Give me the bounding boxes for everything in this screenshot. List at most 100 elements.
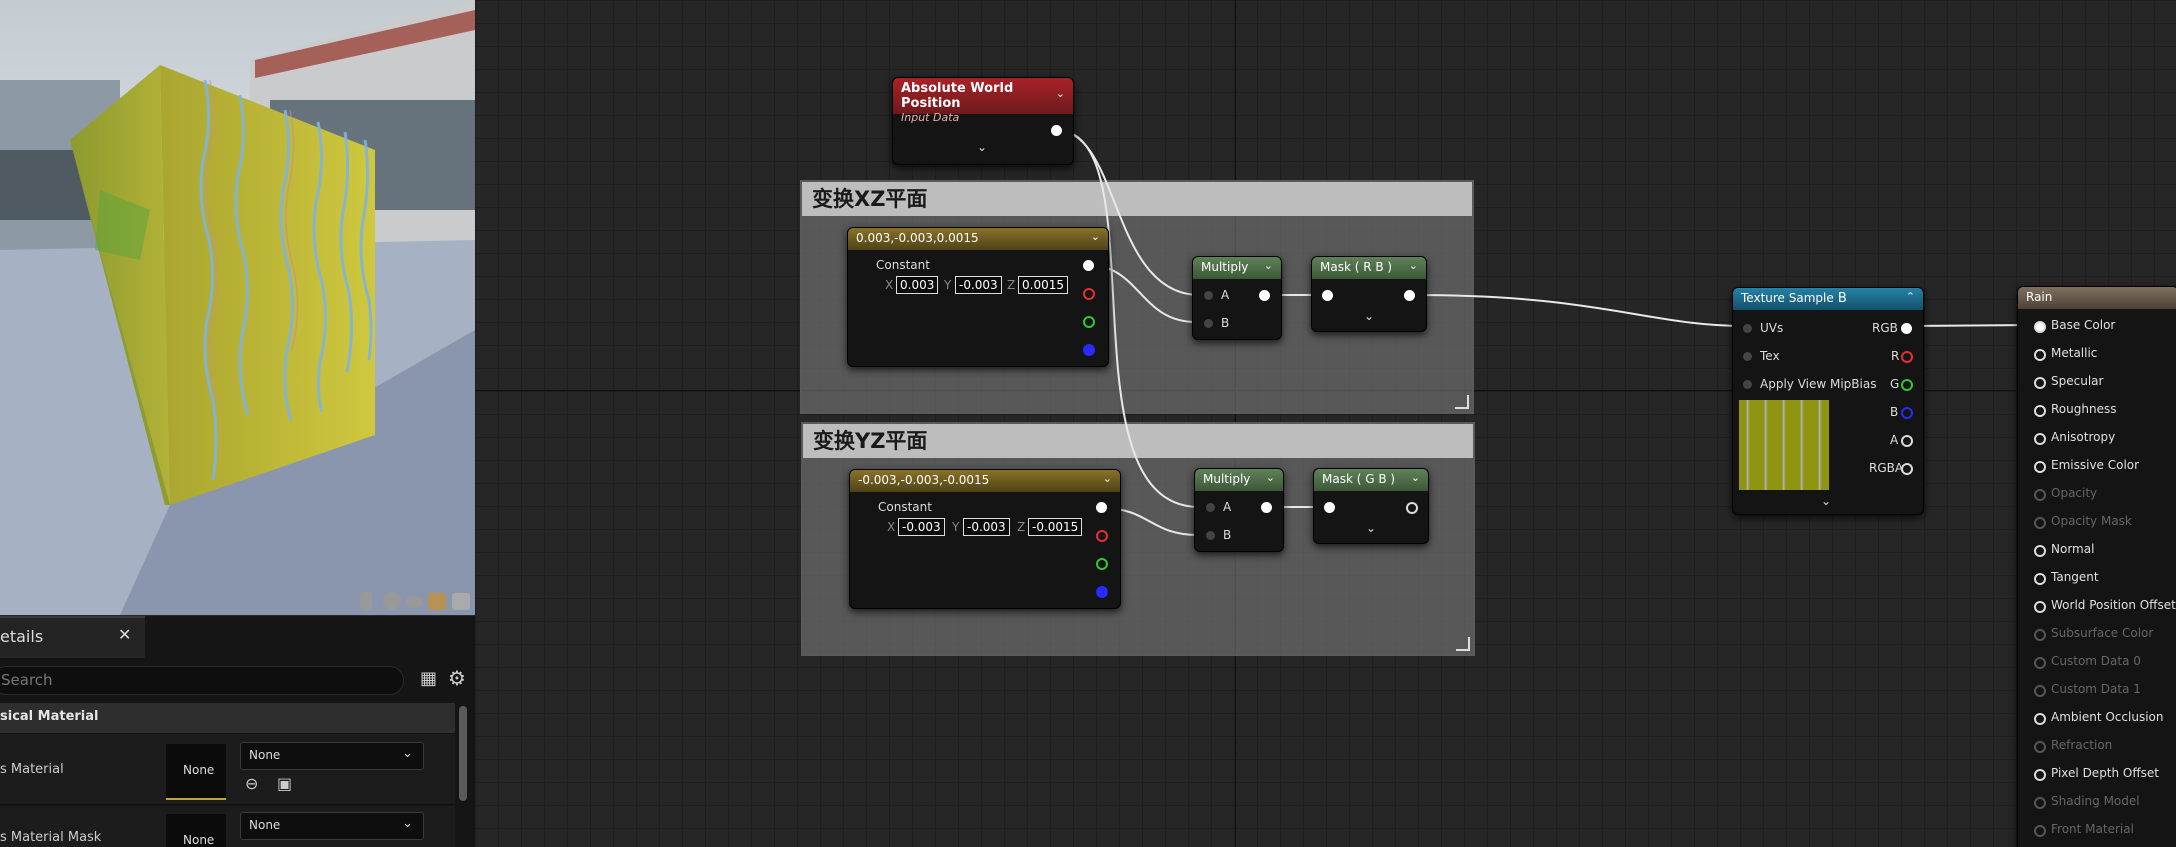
expand-chevron-icon[interactable]: ⌄ xyxy=(1366,521,1376,535)
node-title: Absolute World Position xyxy=(901,81,1014,111)
asset-thumbnail[interactable]: None xyxy=(166,814,226,847)
chevron-down-icon[interactable]: ⌄ xyxy=(1091,230,1100,243)
input-pin[interactable] xyxy=(2034,573,2046,585)
output-pin-rgb[interactable] xyxy=(1901,323,1912,334)
search-input[interactable]: Search xyxy=(0,666,404,695)
output-pin[interactable] xyxy=(1261,502,1272,513)
output-pin[interactable] xyxy=(1259,290,1270,301)
preview-viewport[interactable] xyxy=(0,0,475,615)
pin-label-tex: Tex xyxy=(1760,349,1780,363)
output-pin[interactable] xyxy=(1406,502,1418,514)
asset-thumbnail-label: None xyxy=(183,763,215,777)
node-material-result[interactable]: Rain Base Color Metallic Specular Roughness… xyxy=(2017,286,2176,847)
input-pin[interactable] xyxy=(2034,629,2046,641)
expand-chevron-icon[interactable]: ⌄ xyxy=(1364,309,1374,323)
expand-chevron-icon[interactable]: ⌄ xyxy=(977,140,987,154)
input-pin-a[interactable] xyxy=(1206,503,1215,512)
chevron-down-icon[interactable]: ⌄ xyxy=(1103,472,1112,485)
node-title: Mask ( R B ) xyxy=(1320,260,1393,274)
input-pin[interactable] xyxy=(2034,517,2046,529)
input-pin-uvs[interactable] xyxy=(1743,324,1752,333)
x-value-field[interactable]: 0.003 xyxy=(896,276,939,294)
chevron-down-icon[interactable]: ⌄ xyxy=(1409,259,1418,272)
input-pin-mipbias[interactable] xyxy=(1743,380,1752,389)
node-texture-sample[interactable]: Texture Sample ⌃ B UVs Tex Apply View Mi… xyxy=(1732,287,1924,515)
output-pin-r[interactable] xyxy=(1901,351,1913,363)
node-component-mask[interactable]: Mask ( G B ) ⌄ ⌄ xyxy=(1313,468,1429,544)
chevron-down-icon[interactable]: ⌄ xyxy=(1056,87,1065,100)
z-value-field[interactable]: -0.0015 xyxy=(1028,518,1083,536)
use-selected-icon[interactable]: ⊖ xyxy=(245,774,258,793)
details-panel: etails ✕ Search ▦ ⚙ sical Material s Mat… xyxy=(0,615,475,847)
chevron-up-icon[interactable]: ⌃ xyxy=(1906,290,1915,303)
input-pin[interactable] xyxy=(2034,377,2046,389)
node-component-mask[interactable]: Mask ( R B ) ⌄ ⌄ xyxy=(1311,256,1427,332)
chevron-down-icon[interactable]: ⌄ xyxy=(1411,471,1420,484)
resize-handle[interactable] xyxy=(1456,637,1470,651)
input-pin[interactable] xyxy=(2034,405,2046,417)
preview-scene xyxy=(0,0,475,615)
input-pin[interactable] xyxy=(2034,797,2046,809)
output-pin[interactable] xyxy=(1051,125,1062,136)
node-multiply[interactable]: Multiply ⌄ A B xyxy=(1194,468,1284,552)
output-pin-b[interactable] xyxy=(1083,344,1095,356)
chevron-down-icon[interactable]: ⌄ xyxy=(1264,259,1273,272)
output-pin-b[interactable] xyxy=(1096,586,1108,598)
asset-dropdown[interactable]: None ⌄ xyxy=(240,742,424,770)
input-pin[interactable] xyxy=(1322,290,1333,301)
input-pin-b[interactable] xyxy=(1206,531,1215,540)
node-constant-3vector[interactable]: 0.003,-0.003,0.0015 ⌄ Constant X 0.003 Y… xyxy=(847,227,1109,367)
input-pin-a[interactable] xyxy=(1204,291,1213,300)
close-icon[interactable]: ✕ xyxy=(118,625,131,644)
asset-thumbnail[interactable]: None xyxy=(166,744,226,800)
node-header: Absolute World Position Input Data ⌄ xyxy=(893,78,1073,124)
z-value-field[interactable]: 0.0015 xyxy=(1018,276,1068,294)
scrollbar[interactable] xyxy=(459,706,467,801)
asset-dropdown[interactable]: None ⌄ xyxy=(240,812,424,840)
node-multiply[interactable]: Multiply ⌄ A B xyxy=(1192,256,1282,340)
chevron-down-icon[interactable]: ⌄ xyxy=(1266,471,1275,484)
browse-icon[interactable]: ▣ xyxy=(277,774,292,793)
input-pin[interactable] xyxy=(2034,825,2046,837)
input-pin[interactable] xyxy=(2034,461,2046,473)
table-view-icon[interactable]: ▦ xyxy=(420,668,437,689)
resize-handle[interactable] xyxy=(1455,395,1469,409)
y-value-field[interactable]: -0.003 xyxy=(955,276,1002,294)
input-pin[interactable] xyxy=(2034,489,2046,501)
x-value-field[interactable]: -0.003 xyxy=(898,518,945,536)
expand-chevron-icon[interactable]: ⌄ xyxy=(1821,494,1831,508)
input-pin[interactable] xyxy=(2034,685,2046,697)
input-pin[interactable] xyxy=(2034,433,2046,445)
output-pin-r[interactable] xyxy=(1096,530,1108,542)
output-pin-g[interactable] xyxy=(1096,558,1108,570)
input-pin-label: Opacity xyxy=(2051,486,2098,500)
output-pin-g[interactable] xyxy=(1901,379,1913,391)
y-value-field[interactable]: -0.003 xyxy=(963,518,1010,536)
output-pin-g[interactable] xyxy=(1083,316,1095,328)
section-header[interactable]: sical Material xyxy=(0,703,455,733)
input-pin[interactable] xyxy=(2034,741,2046,753)
output-pin[interactable] xyxy=(1404,290,1415,301)
property-row: s Material Mask None None ⌄ xyxy=(0,806,455,847)
input-pin[interactable] xyxy=(1324,502,1335,513)
gear-icon[interactable]: ⚙ xyxy=(448,666,466,690)
output-pin-b[interactable] xyxy=(1901,407,1913,419)
input-pin-b[interactable] xyxy=(1204,319,1213,328)
input-pin[interactable] xyxy=(2034,321,2046,333)
input-pin[interactable] xyxy=(2034,601,2046,613)
output-pin-rgb[interactable] xyxy=(1083,260,1094,271)
output-pin-rgb[interactable] xyxy=(1096,502,1107,513)
output-pin-r[interactable] xyxy=(1083,288,1095,300)
node-absolute-world-position[interactable]: Absolute World Position Input Data ⌄ ⌄ xyxy=(892,77,1074,165)
input-pin[interactable] xyxy=(2034,545,2046,557)
input-pin[interactable] xyxy=(2034,769,2046,781)
input-pin[interactable] xyxy=(2034,349,2046,361)
node-header: Mask ( G B ) ⌄ xyxy=(1314,469,1428,491)
input-pin-tex[interactable] xyxy=(1743,352,1752,361)
output-pin-a[interactable] xyxy=(1901,435,1913,447)
details-tab[interactable]: etails ✕ xyxy=(0,616,145,658)
output-pin-rgba[interactable] xyxy=(1901,463,1913,475)
input-pin[interactable] xyxy=(2034,713,2046,725)
node-constant-3vector[interactable]: -0.003,-0.003,-0.0015 ⌄ Constant X -0.00… xyxy=(849,469,1121,609)
input-pin[interactable] xyxy=(2034,657,2046,669)
